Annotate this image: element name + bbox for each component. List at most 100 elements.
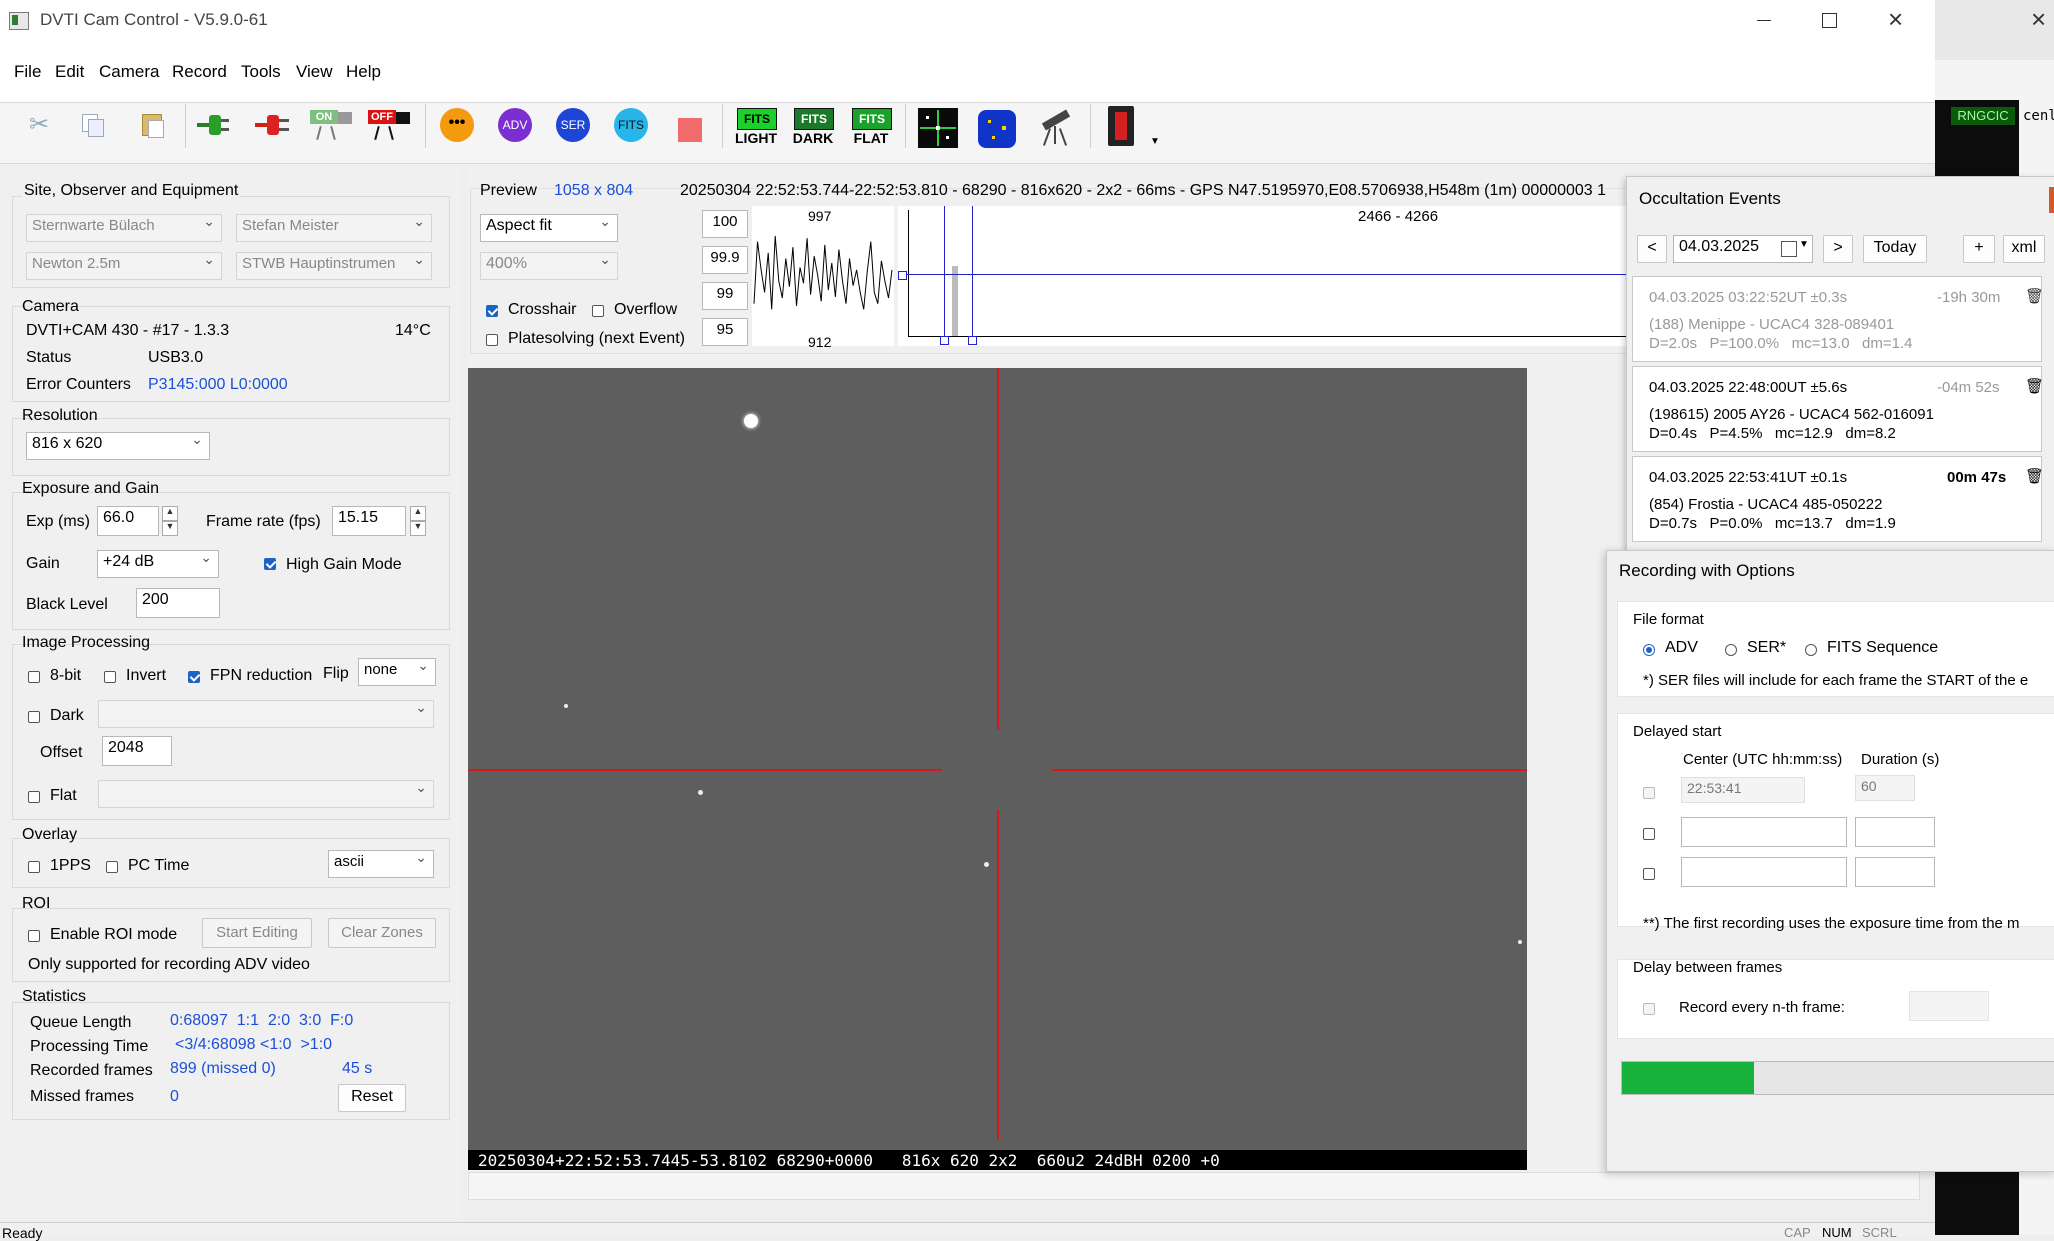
invert-checkbox[interactable] bbox=[104, 669, 116, 684]
xml-button[interactable]: xml bbox=[2003, 235, 2045, 263]
overflow-checkbox[interactable] bbox=[592, 303, 604, 318]
histogram-high-handle[interactable] bbox=[968, 336, 977, 345]
telescope-icon[interactable] bbox=[1036, 106, 1076, 146]
connect-icon[interactable] bbox=[195, 108, 229, 142]
maximize-icon[interactable] bbox=[1822, 13, 1837, 28]
resolution-select[interactable]: 816 x 620 bbox=[26, 431, 210, 460]
histogram-high-marker[interactable] bbox=[972, 206, 973, 338]
fits-record-button[interactable]: FITS bbox=[614, 108, 648, 142]
add-event-button[interactable]: + bbox=[1963, 235, 1995, 263]
fps-spin-down[interactable]: ▼ bbox=[410, 521, 426, 536]
flat-file-select[interactable] bbox=[98, 779, 434, 808]
background-close-icon[interactable]: × bbox=[2031, 4, 2046, 35]
start-editing-button[interactable]: Start Editing bbox=[202, 918, 312, 948]
camera-off-icon[interactable]: OFF bbox=[368, 108, 412, 142]
high-gain-mode-checkbox[interactable] bbox=[264, 556, 276, 571]
star-field-icon[interactable] bbox=[918, 108, 958, 148]
calendar-icon[interactable] bbox=[1781, 241, 1797, 257]
menu-edit[interactable]: Edit bbox=[55, 62, 84, 82]
histogram-low-handle[interactable] bbox=[940, 336, 949, 345]
copy-icon[interactable] bbox=[76, 108, 110, 142]
zoom-select[interactable]: 400% bbox=[480, 251, 618, 280]
stop-icon[interactable] bbox=[678, 118, 702, 142]
paste-icon[interactable] bbox=[136, 108, 170, 142]
level-95[interactable]: 95 bbox=[702, 318, 748, 346]
trash-icon[interactable]: 🗑 bbox=[2025, 377, 2044, 395]
1pps-checkbox[interactable] bbox=[28, 859, 40, 874]
offset-input[interactable]: 2048 bbox=[102, 736, 172, 766]
menu-tools[interactable]: Tools bbox=[241, 62, 281, 82]
clear-zones-button[interactable]: Clear Zones bbox=[328, 918, 436, 948]
enable-roi-checkbox[interactable] bbox=[28, 928, 40, 943]
fits-radio[interactable] bbox=[1805, 642, 1817, 657]
exp-input[interactable]: 66.0 bbox=[97, 506, 159, 536]
gain-select[interactable]: +24 dB bbox=[97, 549, 219, 578]
camera-image[interactable]: 20250304+22:52:53.7445-53.8102 68290+000… bbox=[468, 368, 1527, 1170]
level-99-9[interactable]: 99.9 bbox=[702, 246, 748, 274]
date-dropdown-icon[interactable]: ▼ bbox=[1799, 239, 1809, 250]
telescope-select[interactable]: Newton 2.5m bbox=[26, 251, 222, 280]
trash-icon[interactable]: 🗑 bbox=[2025, 467, 2044, 485]
ser-record-button[interactable]: SER bbox=[556, 108, 590, 142]
dark-file-select[interactable] bbox=[98, 699, 434, 728]
fps-spin-up[interactable]: ▲ bbox=[410, 506, 426, 521]
delayed-row-2-center[interactable] bbox=[1681, 817, 1847, 847]
crosshair-checkbox[interactable] bbox=[486, 303, 498, 318]
ser-radio[interactable] bbox=[1725, 642, 1737, 657]
minimize-icon[interactable] bbox=[1757, 20, 1771, 21]
event-card-past[interactable]: 04.03.2025 03:22:52UT ±0.3s -19h 30m 🗑 (… bbox=[1632, 276, 2044, 362]
delayed-row-1-center[interactable]: 22:53:41 bbox=[1681, 777, 1805, 803]
level-99[interactable]: 99 bbox=[702, 282, 748, 310]
exp-spin-down[interactable]: ▼ bbox=[162, 521, 178, 536]
every-nth-checkbox[interactable] bbox=[1643, 1001, 1655, 1016]
delayed-row-2-checkbox[interactable] bbox=[1643, 826, 1655, 841]
dark-checkbox[interactable] bbox=[28, 709, 40, 724]
delayed-row-3-checkbox[interactable] bbox=[1643, 866, 1655, 881]
observatory-select[interactable]: Sternwarte Bülach bbox=[26, 213, 222, 242]
cut-icon[interactable]: ✂ bbox=[22, 108, 56, 142]
delayed-row-1-duration[interactable]: 60 bbox=[1855, 775, 1915, 801]
adv-radio[interactable] bbox=[1643, 642, 1655, 657]
platesolving-checkbox[interactable] bbox=[486, 332, 498, 347]
fits-flat-button[interactable]: FITS FLAT bbox=[850, 106, 892, 148]
camera-on-icon[interactable]: ON bbox=[310, 108, 354, 142]
fits-light-button[interactable]: FITS LIGHT bbox=[735, 106, 777, 148]
level-100[interactable]: 100 bbox=[702, 210, 748, 238]
trash-icon[interactable]: 🗑 bbox=[2025, 287, 2044, 305]
aav-record-icon[interactable]: ••• bbox=[440, 108, 474, 142]
menu-file[interactable]: File bbox=[14, 62, 41, 82]
histogram-level-handle[interactable] bbox=[898, 271, 907, 280]
disconnect-icon[interactable] bbox=[255, 108, 289, 142]
pctime-checkbox[interactable] bbox=[106, 859, 118, 874]
menu-camera[interactable]: Camera bbox=[99, 62, 159, 82]
black-level-input[interactable]: 200 bbox=[136, 588, 220, 618]
fits-dark-button[interactable]: FITS DARK bbox=[792, 106, 834, 148]
menu-view[interactable]: View bbox=[296, 62, 333, 82]
instrument-select[interactable]: STWB Hauptinstrumen bbox=[236, 251, 432, 280]
next-date-button[interactable]: > bbox=[1823, 235, 1853, 263]
fps-input[interactable]: 15.15 bbox=[332, 506, 406, 536]
prev-date-button[interactable]: < bbox=[1637, 235, 1667, 263]
fit-select[interactable]: Aspect fit bbox=[480, 213, 618, 242]
platesolve-icon[interactable] bbox=[978, 110, 1016, 148]
delayed-row-3-duration[interactable] bbox=[1855, 857, 1935, 887]
chip-dropdown-icon[interactable]: ▼ bbox=[1150, 136, 1160, 147]
today-button[interactable]: Today bbox=[1863, 235, 1927, 263]
8bit-checkbox[interactable] bbox=[28, 669, 40, 684]
menu-help[interactable]: Help bbox=[346, 62, 381, 82]
event-card-next[interactable]: 04.03.2025 22:53:41UT ±0.1s 00m 47s 🗑 (8… bbox=[1632, 456, 2044, 542]
exp-spin-up[interactable]: ▲ bbox=[162, 506, 178, 521]
flat-checkbox[interactable] bbox=[28, 789, 40, 804]
event-card-recent[interactable]: 04.03.2025 22:48:00UT ±5.6s -04m 52s 🗑 (… bbox=[1632, 366, 2044, 452]
flip-select[interactable]: none bbox=[358, 657, 436, 686]
reset-button[interactable]: Reset bbox=[338, 1084, 406, 1112]
close-icon[interactable]: × bbox=[1888, 4, 1903, 35]
fpn-checkbox[interactable] bbox=[188, 669, 200, 684]
chip-icon[interactable] bbox=[1108, 106, 1134, 146]
histogram-low-marker[interactable] bbox=[944, 206, 945, 338]
histogram[interactable] bbox=[898, 206, 1630, 346]
observer-select[interactable]: Stefan Meister bbox=[236, 213, 432, 242]
menu-record[interactable]: Record bbox=[172, 62, 227, 82]
delayed-row-3-center[interactable] bbox=[1681, 857, 1847, 887]
every-nth-input[interactable] bbox=[1909, 991, 1989, 1021]
